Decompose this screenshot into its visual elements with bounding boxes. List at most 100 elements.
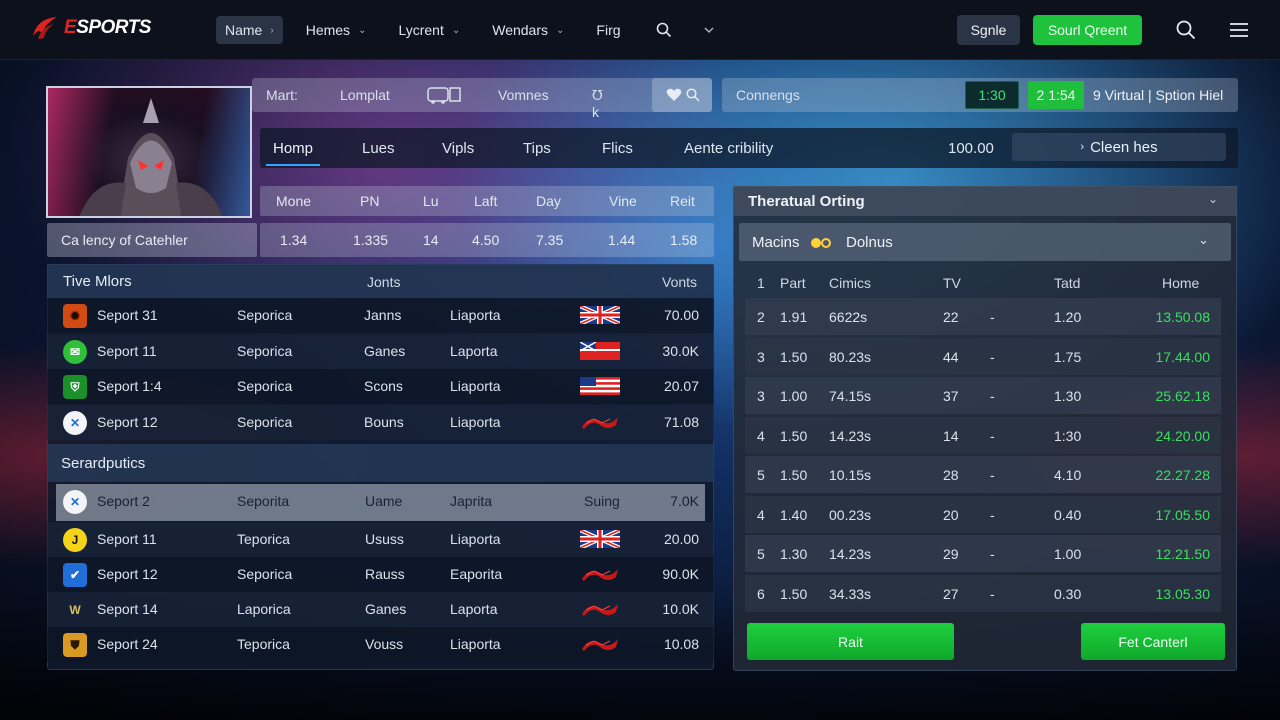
tab-vipls[interactable]: Vipls [442, 140, 474, 157]
search-icon[interactable] [686, 88, 700, 102]
clean-button[interactable]: › Cleen hes [1012, 133, 1226, 161]
filter-label-k[interactable]: ℧ k [592, 87, 603, 120]
featured-game-thumbnail[interactable] [46, 86, 252, 218]
filter-label-vomnes[interactable]: Vomnes [498, 87, 549, 103]
team-game: Scons [364, 378, 403, 394]
odds-cell: 4 [757, 506, 765, 523]
summary-label-box[interactable]: Ca lency of Catehler [47, 223, 257, 257]
odds-row[interactable]: 3 1.50 80.23s 44 - 1.75 17.44.00 [745, 337, 1221, 375]
team-row[interactable]: ✕ Seport 12 Seporica Bouns Liaporta 71.08 [47, 404, 714, 440]
team-league: Japrita [450, 493, 493, 509]
odds-cell: 1.50 [780, 467, 808, 483]
nav-item-name[interactable]: Name › [216, 16, 283, 44]
chevron-down-icon[interactable] [702, 25, 716, 35]
filter-label-mart[interactable]: Mart: [266, 87, 298, 103]
chevron-down-icon: ⌄ [358, 24, 367, 36]
odds-cell: 13.05.30 [1155, 585, 1211, 602]
odds-cell: 24.20.00 [1155, 427, 1211, 444]
tab-tips[interactable]: Tips [523, 140, 551, 157]
odds-row[interactable]: 5 1.50 10.15s 28 - 4.10 22.27.28 [745, 456, 1221, 493]
odds-row[interactable]: 3 1.00 74.15s 37 - 1.30 25.62.18 [745, 377, 1221, 414]
team-row[interactable]: ⛨ Seport 1:4 Seporica Scons Liaporta 20.07 [47, 369, 714, 404]
odds-row[interactable]: 4 1.50 14.23s 14 - 1:30 24.20.00 [745, 416, 1221, 454]
tab-homp[interactable]: Homp [273, 140, 313, 157]
summary-header: Mone [276, 193, 312, 209]
odds-cell: - [990, 585, 995, 602]
odds-cell: 1.30 [1054, 388, 1082, 404]
white-team-icon: ✕ [63, 490, 87, 514]
odds-row[interactable]: 6 1.50 34.33s 27 - 0.30 13.05.30 [745, 574, 1221, 612]
tab-lues[interactable]: Lues [362, 140, 395, 157]
team-value: 90.0K [662, 566, 699, 582]
team-region: Seporita [237, 493, 290, 509]
odds-row[interactable]: 4 1.40 00.23s 20 - 0.40 17.05.50 [745, 495, 1221, 533]
rait-button[interactable]: Rait [747, 623, 954, 660]
team-row[interactable]: ⛊ Seport 24 Teporica Vouss Liaporta 10.08 [47, 627, 714, 662]
orange-team-icon: ⛊ [63, 633, 87, 657]
summary-header: Lu [423, 193, 439, 209]
tab-accessibility[interactable]: Aente cribility [684, 140, 773, 157]
odds-cell: 13.50.08 [1155, 309, 1211, 325]
search-icon[interactable] [1176, 20, 1196, 40]
team-region: Seporica [237, 566, 293, 582]
odds-cell: 0.30 [1054, 585, 1082, 602]
team-name: Seport 24 [97, 636, 158, 652]
nav-item-hemes[interactable]: Hemes ⌄ [297, 16, 376, 44]
team-row[interactable]: ✕ Seport 2 Seporita Uame Japrita Suing 7.0K [56, 484, 705, 521]
team-row[interactable]: ✹ Seport 31 Seporica Janns Liaporta 70.00 [47, 298, 714, 333]
team-league: Liaporta [450, 531, 501, 547]
team-row[interactable]: ✉ Seport 11 Seporica Ganes Laporta 30.0K [47, 333, 714, 369]
signup-button[interactable]: Sourl Qreent [1033, 15, 1142, 45]
odds-cell: 10.15s [829, 467, 872, 483]
team-region: Teporica [237, 636, 290, 652]
tab-flics[interactable]: Flics [602, 140, 633, 157]
time-badge-1[interactable]: 1:30 [965, 81, 1019, 109]
team-league: Liaporta [450, 636, 501, 652]
filter-label-lomplat[interactable]: Lomplat [340, 87, 390, 103]
white-team-icon: ✕ [63, 410, 87, 435]
team-league: Liaporta [450, 378, 501, 394]
red-flag-icon [580, 635, 620, 653]
team-row[interactable]: ✔ Seport 12 Seporica Rauss Eaporita 90.0K [47, 557, 714, 592]
odds-cell: 1.91 [780, 309, 808, 325]
sign-button[interactable]: Sgnle [957, 15, 1020, 45]
search-icon[interactable] [656, 22, 672, 38]
favorites-search-box[interactable] [652, 78, 712, 112]
hamburger-menu-icon[interactable] [1229, 22, 1249, 38]
summary-label: Ca lency of Catehler [61, 232, 188, 248]
odds-cell: 4.10 [1054, 467, 1082, 483]
nav-item-firg[interactable]: Firg [587, 16, 629, 44]
connections-label[interactable]: Connengs [736, 87, 800, 103]
chevron-down-icon[interactable]: ⌄ [1208, 192, 1218, 206]
team-value: 7.0K [670, 493, 699, 509]
odds-cell: 1.50 [780, 585, 808, 602]
bus-icon[interactable] [426, 86, 462, 104]
summary-header: Laft [474, 193, 498, 209]
team-value: 30.0K [662, 342, 699, 359]
brand-logo[interactable]: ESPORTS [30, 14, 151, 42]
live-col-vonts: Vonts [662, 274, 698, 290]
nav-item-lycrent[interactable]: Lycrent ⌄ [389, 16, 469, 44]
summary-header: Reit [670, 193, 695, 209]
odds-sub-label-2: Dolnus [846, 234, 893, 251]
fet-canterl-button[interactable]: Fet Canterl [1081, 623, 1225, 660]
heart-icon[interactable] [666, 88, 682, 102]
odds-cell: 44 [943, 348, 959, 365]
team-value: 10.0K [662, 601, 699, 617]
nav-item-wendars[interactable]: Wendars ⌄ [483, 16, 573, 44]
odds-row[interactable]: 5 1.30 14.23s 29 - 1.00 12.21.50 [745, 535, 1221, 572]
team-region: Seporica [237, 307, 293, 323]
odds-cell: 28 [943, 467, 959, 483]
team-status: Suing [584, 493, 620, 509]
team-row[interactable]: J Seport 11 Teporica Ususs Liaporta 20.00 [47, 522, 714, 557]
live-dot-icon [821, 238, 831, 248]
summary-value: 14 [423, 232, 439, 248]
odds-cell: - [990, 506, 995, 523]
red-flag-icon [580, 600, 620, 618]
odds-row[interactable]: 2 1.91 6622s 22 - 1.20 13.50.08 [745, 298, 1221, 335]
time-badge-2[interactable]: 2 1:54 [1028, 81, 1084, 109]
chevron-down-icon[interactable]: ⌄ [1198, 232, 1209, 248]
virtual-option-label[interactable]: 9 Virtual | Sption Hiel [1093, 87, 1223, 103]
team-row[interactable]: W Seport 14 Laporica Ganes Laporta 10.0K [47, 592, 714, 627]
odds-cell: - [990, 309, 995, 325]
